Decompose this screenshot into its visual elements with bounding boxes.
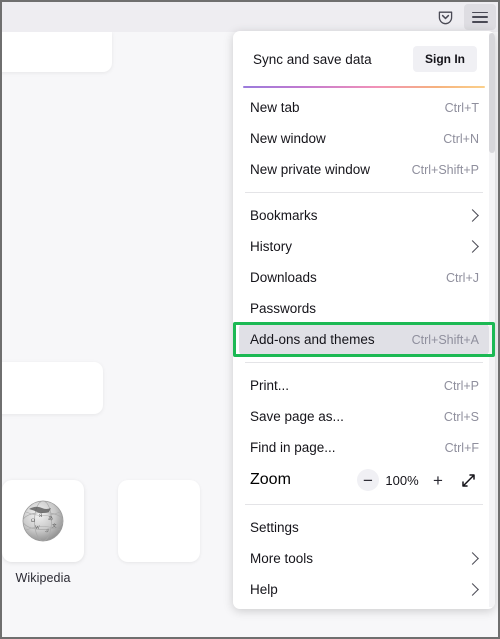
menu-item-label: Find in page... (250, 440, 336, 455)
svg-text:ك: ك (45, 528, 49, 533)
shortcut-label: Wikipedia (15, 571, 71, 585)
wikipedia-globe-icon: Ω Я あ W ك 文 (22, 500, 64, 542)
menu-item-passwords[interactable]: Passwords (239, 293, 489, 324)
menu-item-find-in-page[interactable]: Find in page... Ctrl+F (239, 432, 489, 463)
sign-in-button[interactable]: Sign In (413, 46, 477, 72)
menu-item-label: Passwords (250, 301, 317, 316)
menu-item-shortcut: Ctrl+P (443, 378, 479, 393)
svg-text:W: W (35, 526, 40, 531)
hamburger-menu-icon (472, 11, 488, 23)
menu-item-bookmarks[interactable]: Bookmarks (239, 200, 489, 231)
app-menu-panel: Sync and save data Sign In New tab Ctrl+… (233, 31, 495, 609)
shortcut-empty[interactable] (109, 480, 209, 571)
menu-item-shortcut: Ctrl+N (443, 131, 479, 146)
svg-text:あ: あ (48, 516, 53, 522)
menu-item-shortcut: Ctrl+S (443, 409, 479, 424)
sync-gradient-divider (243, 86, 485, 88)
menu-scrollbar[interactable] (489, 33, 495, 607)
menu-item-label: Print... (250, 378, 290, 393)
menu-item-new-window[interactable]: New window Ctrl+N (239, 123, 489, 154)
menu-item-label: Help (250, 582, 278, 597)
shortcut-tile[interactable] (118, 480, 200, 562)
chevron-right-icon (466, 583, 479, 596)
chevron-right-icon (466, 209, 479, 222)
menu-item-label: New private window (250, 162, 371, 177)
zoom-row: Zoom − 100% + (239, 463, 489, 497)
sync-title: Sync and save data (253, 51, 372, 67)
minus-icon: − (363, 470, 373, 490)
zoom-level-value: 100% (385, 472, 419, 488)
menu-divider (245, 192, 483, 193)
app-menu-button[interactable] (464, 4, 496, 30)
fullscreen-button[interactable] (455, 467, 481, 493)
chevron-right-icon (466, 240, 479, 253)
menu-item-shortcut: Ctrl+Shift+A (411, 332, 479, 347)
menu-item-help[interactable]: Help (239, 574, 489, 605)
content-card-middle (2, 362, 103, 414)
menu-divider (245, 504, 483, 505)
menu-item-label: Downloads (250, 270, 317, 285)
menu-item-save-page-as[interactable]: Save page as... Ctrl+S (239, 401, 489, 432)
menu-item-label: Save page as... (250, 409, 344, 424)
menu-item-settings[interactable]: Settings (239, 512, 489, 543)
chevron-right-icon (466, 552, 479, 565)
menu-divider (245, 362, 483, 363)
svg-text:文: 文 (52, 522, 57, 529)
menu-item-label: New window (250, 131, 326, 146)
shortcut-tile[interactable]: Ω Я あ W ك 文 (2, 480, 84, 562)
shortcut-wikipedia[interactable]: Ω Я あ W ك 文 Wikipedia (2, 480, 93, 585)
menu-item-add-ons-and-themes[interactable]: Add-ons and themes Ctrl+Shift+A (239, 324, 489, 355)
menu-item-shortcut: Ctrl+J (446, 270, 479, 285)
menu-item-new-tab[interactable]: New tab Ctrl+T (239, 92, 489, 123)
zoom-in-button[interactable]: + (425, 467, 451, 493)
menu-item-downloads[interactable]: Downloads Ctrl+J (239, 262, 489, 293)
menu-item-history[interactable]: History (239, 231, 489, 262)
menu-item-more-tools[interactable]: More tools (239, 543, 489, 574)
pocket-save-button[interactable] (430, 4, 460, 30)
pocket-save-icon (438, 11, 452, 24)
menu-item-label: More tools (250, 551, 314, 566)
fullscreen-arrows-icon (461, 473, 475, 487)
menu-item-new-private-window[interactable]: New private window Ctrl+Shift+P (239, 154, 489, 185)
menu-item-label: Add-ons and themes (250, 332, 375, 347)
menu-item-label: History (250, 239, 293, 254)
menu-item-label: Bookmarks (250, 208, 318, 223)
zoom-label: Zoom (250, 471, 291, 488)
menu-item-label: Settings (250, 520, 299, 535)
plus-icon: + (433, 470, 443, 490)
menu-item-shortcut: Ctrl+Shift+P (411, 162, 479, 177)
menu-item-label: New tab (250, 100, 300, 115)
menu-item-shortcut: Ctrl+F (444, 440, 479, 455)
browser-window: Ω Я あ W ك 文 Wikipedia Sync and save data… (0, 0, 500, 639)
sync-and-save-row[interactable]: Sync and save data Sign In (239, 39, 489, 79)
menu-item-shortcut: Ctrl+T (444, 100, 479, 115)
svg-text:Ω: Ω (31, 518, 35, 524)
menu-item-print[interactable]: Print... Ctrl+P (239, 370, 489, 401)
zoom-out-button[interactable]: − (357, 469, 379, 491)
browser-toolbar (2, 2, 498, 32)
content-card-top (2, 32, 112, 72)
